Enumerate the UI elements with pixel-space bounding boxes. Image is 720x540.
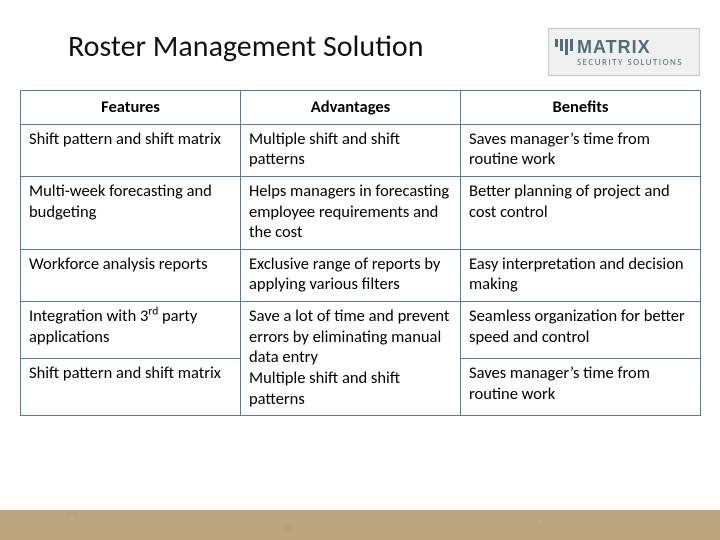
table-row: Integration with 3rd party applications S… bbox=[21, 302, 701, 359]
cell-benefit: Better planning of project and cost cont… bbox=[461, 176, 701, 249]
cell-feature: Multi-week forecasting and budgeting bbox=[21, 176, 241, 249]
cell-benefit: Easy interpretation and decision making bbox=[461, 249, 701, 301]
logo-brand: MATRIX bbox=[555, 38, 693, 56]
col-header-benefits: Benefits bbox=[461, 91, 701, 125]
cell-feature: Shift pattern and shift matrix bbox=[21, 124, 241, 176]
table-header-row: Features Advantages Benefits bbox=[21, 91, 701, 125]
page-title: Roster Management Solution bbox=[68, 28, 424, 65]
cell-feature: Shift pattern and shift matrix bbox=[21, 359, 241, 416]
table-row: Multi-week forecasting and budgetingHelp… bbox=[21, 176, 701, 249]
logo-bars-icon bbox=[555, 39, 573, 55]
cell-benefit: Saves manager’s time from routine work bbox=[461, 359, 701, 416]
table-row: Workforce analysis reportsExclusive rang… bbox=[21, 249, 701, 301]
slide: Roster Management Solution MATRIX SECURI… bbox=[0, 0, 720, 540]
cell-benefit: Seamless organization for better speed a… bbox=[461, 302, 701, 359]
cell-advantage: Exclusive range of reports by applying v… bbox=[241, 249, 461, 301]
cell-advantage: Helps managers in forecasting employee r… bbox=[241, 176, 461, 249]
cell-feature: Integration with 3rd party applications bbox=[21, 302, 241, 359]
cell-feature: Workforce analysis reports bbox=[21, 249, 241, 301]
col-header-advantages: Advantages bbox=[241, 91, 461, 125]
cell-advantage: Multiple shift and shift patterns bbox=[241, 124, 461, 176]
footer-strip bbox=[0, 510, 720, 540]
col-header-features: Features bbox=[21, 91, 241, 125]
table-body: Shift pattern and shift matrixMultiple s… bbox=[21, 124, 701, 416]
features-advantages-benefits-table: Features Advantages Benefits Shift patte… bbox=[20, 90, 701, 416]
logo-brand-text: MATRIX bbox=[577, 38, 651, 56]
cell-advantage: Save a lot of time and prevent errors by… bbox=[241, 302, 461, 416]
logo-tagline: SECURITY SOLUTIONS bbox=[555, 58, 693, 67]
company-logo: MATRIX SECURITY SOLUTIONS bbox=[548, 28, 700, 76]
table-row: Shift pattern and shift matrixMultiple s… bbox=[21, 124, 701, 176]
cell-benefit: Saves manager’s time from routine work bbox=[461, 124, 701, 176]
